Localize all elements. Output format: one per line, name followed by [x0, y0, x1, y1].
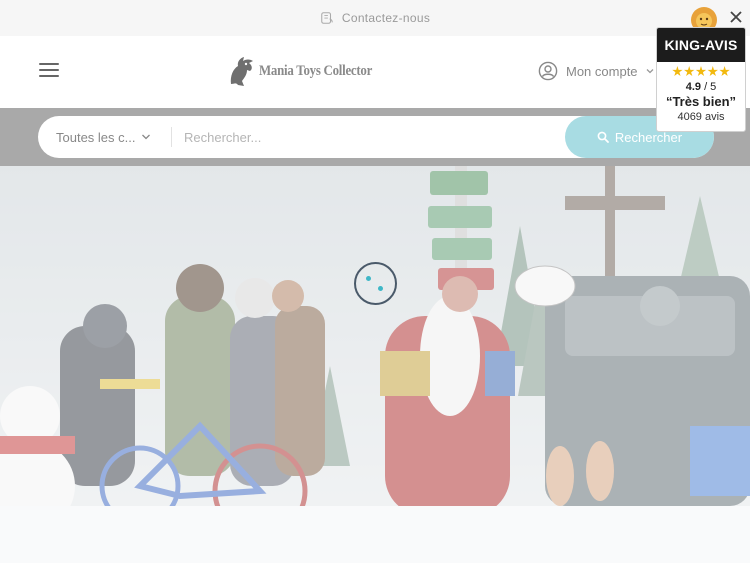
- rating-max: / 5: [704, 81, 717, 93]
- dragon-logo-icon: [230, 57, 253, 86]
- review-count: 4069 avis: [677, 111, 725, 123]
- rating-stars-icon: [672, 66, 730, 77]
- rating-score: 4.9 / 5: [657, 81, 745, 93]
- search-box: Toutes les c... Rechercher: [38, 116, 714, 158]
- rating-value: 4.9: [685, 81, 701, 93]
- chevron-down-icon: [142, 134, 151, 140]
- loading-overlay: [0, 166, 750, 563]
- contact-bar: Contactez-nous: [0, 0, 750, 36]
- site-header: Mania Toys Collector Mon compte: [0, 36, 750, 108]
- contact-link[interactable]: Contactez-nous: [342, 11, 430, 25]
- reviews-brand: KING-AVIS: [664, 37, 738, 53]
- search-band: Toutes les c... Rechercher: [0, 108, 750, 166]
- category-select[interactable]: Toutes les c...: [56, 116, 151, 158]
- reviews-widget-header: KING-AVIS: [657, 28, 745, 62]
- phone-icon: [321, 12, 333, 24]
- rating-verdict: “Très bien”: [665, 94, 737, 109]
- hero-banner[interactable]: [0, 166, 750, 563]
- hamburger-icon[interactable]: [39, 63, 59, 79]
- brand-name: Mania Toys Collector: [259, 62, 373, 79]
- search-divider: [171, 127, 172, 147]
- search-icon: [597, 131, 609, 143]
- account-label: Mon compte: [566, 63, 638, 79]
- loading-spinner-icon: [354, 262, 397, 305]
- user-circle-icon: [538, 61, 558, 81]
- search-input[interactable]: [184, 123, 554, 151]
- site-logo[interactable]: Mania Toys Collector: [228, 54, 391, 88]
- reviews-widget[interactable]: KING-AVIS 4.9 / 5 “Très bien” 4069 avis: [656, 27, 746, 132]
- chevron-down-icon: [646, 69, 654, 74]
- close-icon[interactable]: [728, 9, 744, 25]
- category-label: Toutes les c...: [56, 129, 136, 145]
- account-menu[interactable]: Mon compte: [538, 61, 654, 81]
